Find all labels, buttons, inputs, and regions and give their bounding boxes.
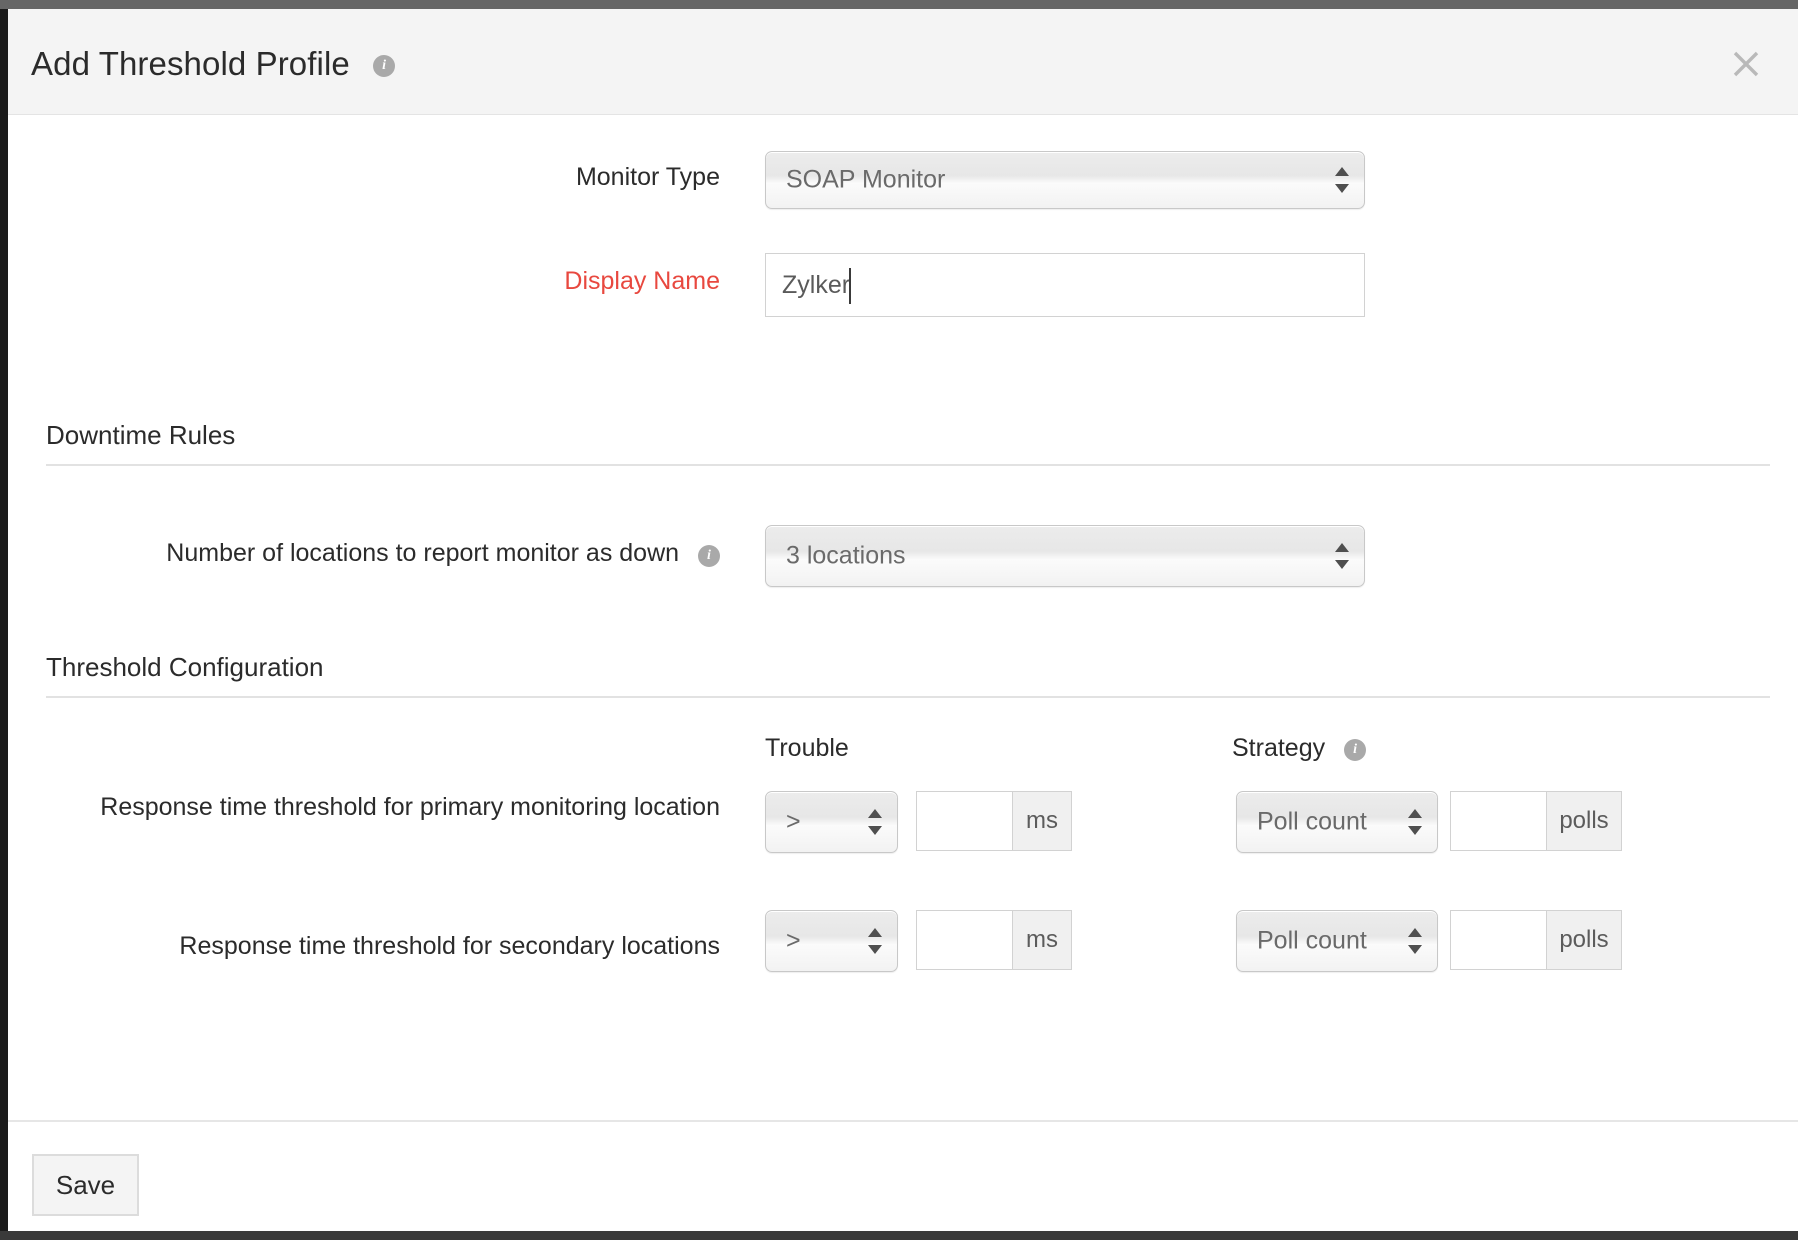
trouble-operator-select-primary[interactable]: > <box>765 791 898 853</box>
page-title-text: Add Threshold Profile <box>31 45 350 82</box>
strategy-value-input-primary[interactable] <box>1451 792 1546 850</box>
strategy-value-group-secondary: polls <box>1450 910 1622 970</box>
locations-select[interactable]: 3 locations <box>765 525 1365 587</box>
monitor-type-label: Monitor Type <box>575 163 720 191</box>
strategy-value-input-secondary[interactable] <box>1451 911 1546 969</box>
strategy-type-select-secondary[interactable]: Poll count <box>1236 910 1438 972</box>
trouble-value-group-secondary: ms <box>916 910 1072 970</box>
display-name-input[interactable] <box>765 253 1365 317</box>
strategy-unit-label-primary: polls <box>1546 792 1621 850</box>
chevron-updown-icon <box>1335 543 1349 569</box>
monitor-type-value: SOAP Monitor <box>786 165 946 194</box>
chevron-updown-icon <box>868 809 882 835</box>
window-chrome-left <box>0 9 8 1233</box>
chevron-updown-icon <box>1408 928 1422 954</box>
column-header-strategy-text: Strategy <box>1232 734 1326 762</box>
trouble-unit-label-primary: ms <box>1012 792 1071 850</box>
section-divider <box>46 696 1770 698</box>
trouble-operator-value: > <box>786 807 801 836</box>
chevron-updown-icon <box>1408 809 1422 835</box>
monitor-type-select[interactable]: SOAP Monitor <box>765 151 1365 209</box>
dialog-header: Add Threshold Profile i <box>8 9 1798 115</box>
window-chrome-bottom <box>0 1231 1798 1240</box>
display-name-label: Display Name <box>564 267 720 295</box>
save-button[interactable]: Save <box>32 1154 139 1216</box>
trouble-value-input-secondary[interactable] <box>917 911 1012 969</box>
close-icon[interactable] <box>1726 44 1766 84</box>
threshold-configuration-section: Threshold Configuration <box>46 652 1770 698</box>
info-icon[interactable]: i <box>1344 739 1367 761</box>
downtime-rules-section: Downtime Rules <box>46 420 1770 466</box>
downtime-rules-title: Downtime Rules <box>46 420 236 450</box>
locations-label-text: Number of locations to report monitor as… <box>166 539 680 567</box>
chevron-updown-icon <box>868 928 882 954</box>
strategy-unit-label-secondary: polls <box>1546 911 1621 969</box>
info-icon[interactable]: i <box>698 545 720 567</box>
column-header-trouble: Trouble <box>765 734 849 762</box>
strategy-type-value: Poll count <box>1257 807 1367 836</box>
dialog-body: Monitor Type SOAP Monitor Display Name D… <box>8 115 1798 1121</box>
trouble-operator-value: > <box>786 926 801 955</box>
trouble-value-input-primary[interactable] <box>917 792 1012 850</box>
trouble-operator-select-secondary[interactable]: > <box>765 910 898 972</box>
strategy-type-select-primary[interactable]: Poll count <box>1236 791 1438 853</box>
strategy-type-value: Poll count <box>1257 926 1367 955</box>
threshold-row-secondary-label: Response time threshold for secondary lo… <box>179 932 720 960</box>
trouble-unit-label-secondary: ms <box>1012 911 1071 969</box>
dialog-footer: Save <box>8 1120 1798 1231</box>
text-caret <box>849 268 851 304</box>
column-header-strategy: Strategy i <box>1232 734 1367 763</box>
section-divider <box>46 464 1770 466</box>
threshold-configuration-title: Threshold Configuration <box>46 652 324 682</box>
info-icon[interactable]: i <box>373 55 396 77</box>
locations-value: 3 locations <box>786 541 906 570</box>
chevron-updown-icon <box>1335 167 1349 193</box>
trouble-value-group-primary: ms <box>916 791 1072 851</box>
window-chrome-top <box>0 0 1798 9</box>
strategy-value-group-primary: polls <box>1450 791 1622 851</box>
threshold-row-primary-label: Response time threshold for primary moni… <box>100 793 720 821</box>
add-threshold-profile-dialog: Add Threshold Profile i Monitor Type SOA… <box>8 9 1798 1231</box>
page-title: Add Threshold Profile i <box>31 45 396 83</box>
locations-label: Number of locations to report monitor as… <box>8 539 720 568</box>
